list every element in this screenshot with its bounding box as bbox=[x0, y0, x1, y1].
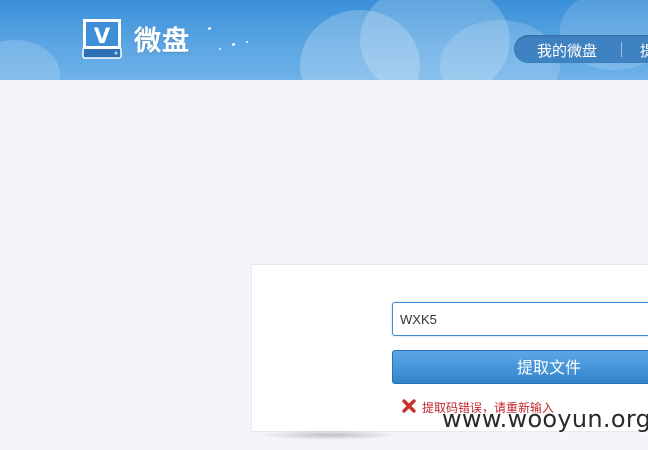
sparkle-decoration bbox=[246, 41, 248, 43]
nav-separator bbox=[621, 42, 622, 57]
header-banner: V 微盘 我的微盘 提 bbox=[0, 0, 648, 80]
sparkle-decoration bbox=[232, 43, 235, 46]
card-shadow bbox=[260, 430, 400, 440]
cloud-decoration bbox=[0, 40, 60, 80]
extract-code-input[interactable] bbox=[392, 302, 648, 336]
page: V 微盘 我的微盘 提 提取文件 提取码错误，请重新输入 www.wooyun.… bbox=[0, 0, 648, 450]
extract-file-button[interactable]: 提取文件 bbox=[392, 350, 648, 384]
nav-extract-link[interactable]: 提 bbox=[640, 40, 648, 61]
logo-letter: V bbox=[94, 24, 111, 48]
vdisk-logo-icon[interactable]: V bbox=[80, 15, 124, 61]
error-x-icon bbox=[402, 399, 416, 413]
sparkle-decoration bbox=[208, 27, 211, 30]
watermark-text: www.wooyun.org bbox=[442, 405, 648, 433]
sparkle-decoration bbox=[219, 48, 221, 50]
brand-name: 微盘 bbox=[134, 26, 190, 57]
nav-my-disk-link[interactable]: 我的微盘 bbox=[537, 40, 597, 61]
